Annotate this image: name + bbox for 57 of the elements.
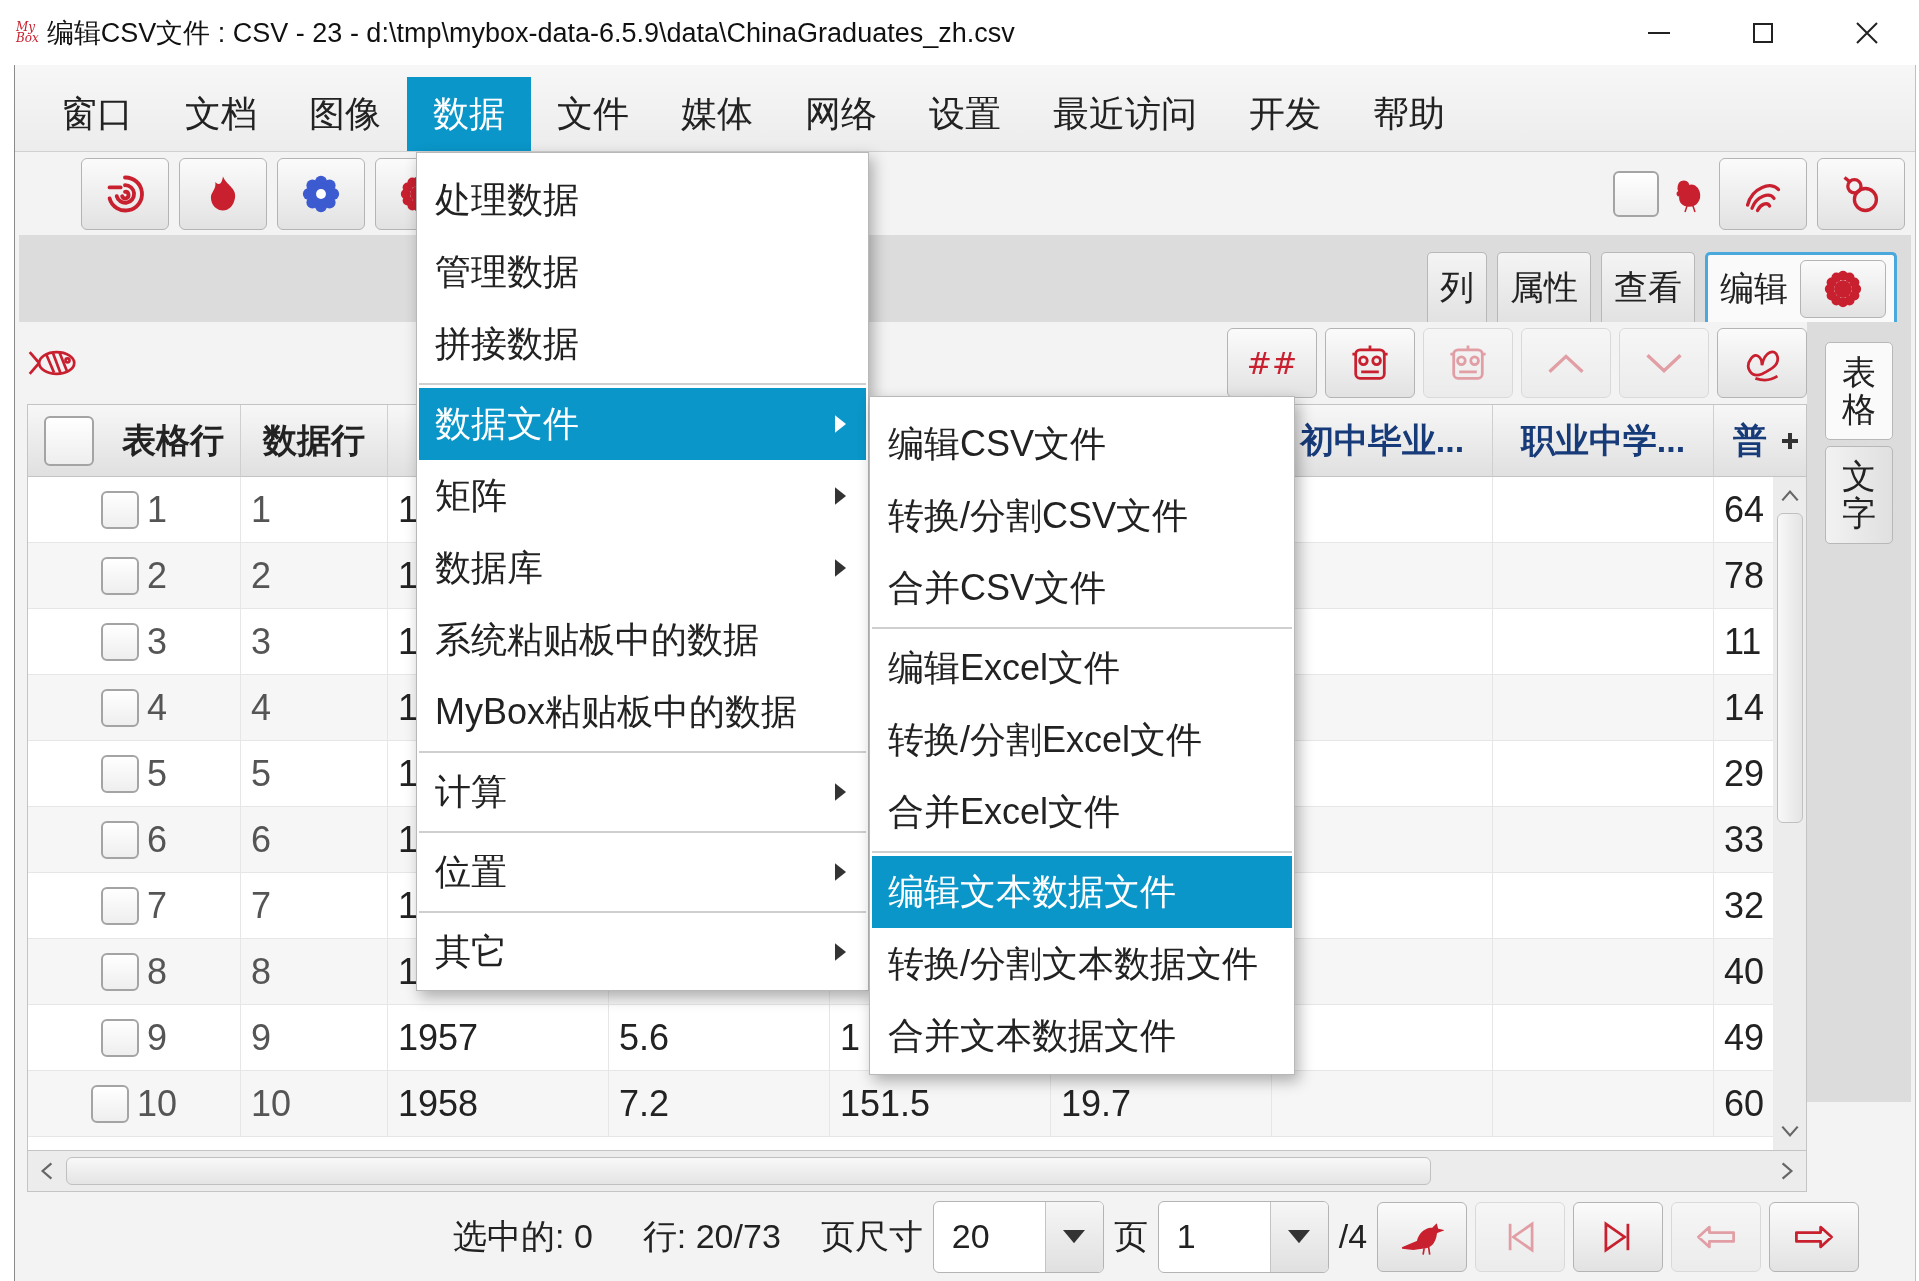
row-number: 2 bbox=[251, 554, 272, 597]
cell-value: 1958 bbox=[398, 1082, 479, 1125]
cell-value: 1 bbox=[398, 554, 419, 597]
cell-value: 1 bbox=[398, 884, 419, 927]
row-number: 7 bbox=[251, 884, 272, 927]
row-number: 6 bbox=[251, 818, 272, 861]
cell-value: 1957 bbox=[398, 1016, 479, 1059]
row-number: 9 bbox=[251, 1016, 272, 1059]
cell-value: 32 bbox=[1724, 884, 1765, 927]
cell-value: 1 bbox=[840, 1016, 861, 1059]
cell-value: 29 bbox=[1724, 752, 1765, 795]
cell-value: 7.2 bbox=[619, 1082, 670, 1125]
row-number: 5 bbox=[147, 752, 167, 795]
cell-value: 5.6 bbox=[619, 1016, 670, 1059]
cell-value: 1 bbox=[398, 620, 419, 663]
row-number: 10 bbox=[136, 1082, 177, 1125]
row-number: 4 bbox=[147, 686, 167, 729]
app-logo: My Box bbox=[16, 21, 39, 44]
column-title: 数据行 bbox=[263, 419, 365, 461]
cell-value: 1 bbox=[398, 818, 419, 861]
row-number: 3 bbox=[251, 620, 272, 663]
page-total: /4 bbox=[1338, 1217, 1368, 1256]
column-title: 普 bbox=[1732, 419, 1767, 461]
row-number: 7 bbox=[147, 884, 167, 927]
column-title: 表格行 bbox=[122, 419, 224, 461]
cell-value: 1 bbox=[398, 488, 419, 531]
row-number: 9 bbox=[147, 1016, 167, 1059]
cell-value: 78 bbox=[1724, 554, 1765, 597]
cell-value: 151.5 bbox=[840, 1082, 931, 1125]
row-number: 5 bbox=[251, 752, 272, 795]
row-number: 8 bbox=[251, 950, 272, 993]
cell-value: 14 bbox=[1724, 686, 1765, 729]
column-title: 职业中学... bbox=[1520, 419, 1686, 461]
cell-value: 1 bbox=[398, 752, 419, 795]
cell-value: 11 bbox=[1724, 620, 1762, 663]
selected-count: 选中的: 0 bbox=[453, 1215, 593, 1257]
cell-value: 64 bbox=[1724, 488, 1765, 531]
cell-value: 1 bbox=[398, 950, 419, 993]
page-size-label: 页尺寸 bbox=[820, 1215, 923, 1257]
row-number: 6 bbox=[147, 818, 167, 861]
cell-value: 60 bbox=[1724, 1082, 1765, 1125]
page-label: 页 bbox=[1113, 1215, 1148, 1257]
row-number: 8 bbox=[147, 950, 167, 993]
cell-value: 49 bbox=[1724, 1016, 1765, 1059]
column-title: 初中毕业... bbox=[1299, 419, 1465, 461]
row-number: 10 bbox=[251, 1082, 292, 1125]
cell-value: 40 bbox=[1724, 950, 1765, 993]
row-number: 1 bbox=[251, 488, 272, 531]
cell-value: 1 bbox=[398, 686, 419, 729]
row-number: 4 bbox=[251, 686, 272, 729]
row-count: 行: 20/73 bbox=[642, 1215, 781, 1257]
window-title: 编辑CSV文件 : CSV - 23 - d:\tmp\mybox-data-6.5.9\data\ChinaGraduates_zh.csv bbox=[46, 16, 1015, 50]
cell-value: 33 bbox=[1724, 818, 1765, 861]
row-number: 2 bbox=[147, 554, 167, 597]
cell-value: 19.7 bbox=[1061, 1082, 1132, 1125]
row-number: 1 bbox=[147, 488, 167, 531]
row-number: 3 bbox=[147, 620, 167, 663]
